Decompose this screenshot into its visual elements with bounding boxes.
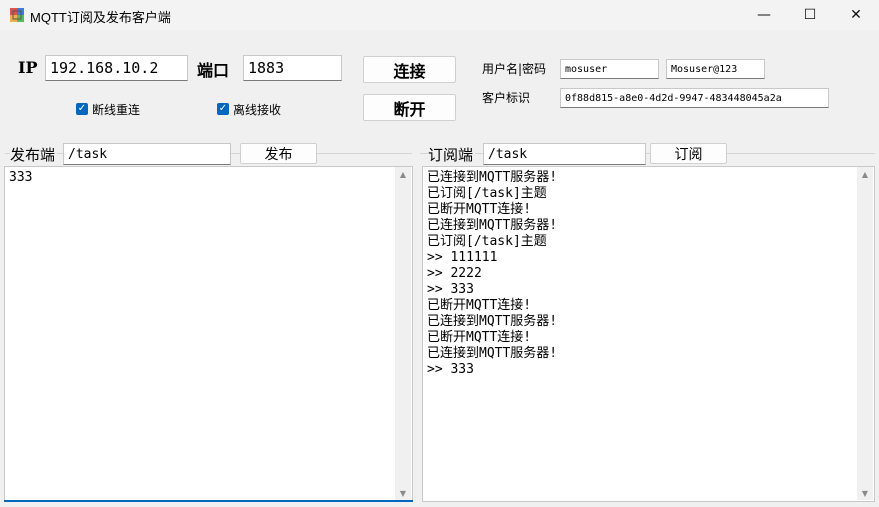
- client-id-input[interactable]: 0f88d815-a8e0-4d2d-9947-483448045a2a: [560, 88, 829, 108]
- close-button[interactable]: ✕: [833, 0, 879, 30]
- publish-message-content: 333: [9, 170, 392, 186]
- minimize-button[interactable]: —: [741, 0, 787, 30]
- app-icon: [10, 8, 24, 22]
- subscriber-label: 订阅端: [428, 144, 476, 165]
- password-input[interactable]: Mosuser@123: [666, 59, 765, 79]
- window-title: MQTT订阅及发布客户端: [30, 10, 171, 25]
- scroll-down-icon[interactable]: ▼: [395, 486, 411, 500]
- publish-button[interactable]: 发布: [240, 143, 317, 164]
- offline-receive-checkbox[interactable]: ✓: [217, 103, 229, 115]
- log-line: >> 111111: [427, 250, 498, 265]
- maximize-icon: ☐: [803, 7, 817, 23]
- publish-scrollbar[interactable]: ▲ ▼: [395, 167, 411, 500]
- log-line: 已订阅[/task]主题: [427, 234, 547, 249]
- connect-button[interactable]: 连接: [363, 56, 456, 83]
- ip-input[interactable]: 192.168.10.2: [45, 55, 188, 81]
- port-label: 端口: [197, 61, 230, 80]
- maximize-button[interactable]: ☐: [787, 0, 833, 30]
- subscribe-log-textarea[interactable]: 已连接到MQTT服务器! 已订阅[/task]主题 已断开MQTT连接! 已连接到MQ…: [422, 166, 875, 502]
- subscribe-button[interactable]: 订阅: [650, 143, 727, 164]
- log-line: >> 333: [427, 362, 474, 377]
- log-line: 已连接到MQTT服务器!: [427, 170, 558, 185]
- scroll-up-icon[interactable]: ▲: [857, 167, 873, 181]
- subscribe-scrollbar[interactable]: ▲ ▼: [857, 167, 873, 500]
- port-input[interactable]: 1883: [243, 55, 342, 81]
- publish-topic-input[interactable]: /task: [63, 143, 231, 165]
- subscribe-log-content: 已连接到MQTT服务器! 已订阅[/task]主题 已断开MQTT连接! 已连接到MQ…: [427, 170, 854, 378]
- log-line: >> 2222: [427, 266, 482, 281]
- log-line: 已连接到MQTT服务器!: [427, 346, 558, 361]
- message-line: 333: [9, 170, 33, 185]
- credentials-label: 用户名|密码: [482, 62, 547, 76]
- offline-receive-label: 离线接收: [233, 103, 282, 117]
- auto-reconnect-label: 断线重连: [92, 103, 141, 117]
- close-icon: ✕: [850, 7, 862, 23]
- log-line: >> 333: [427, 282, 474, 297]
- log-line: 已断开MQTT连接!: [427, 298, 532, 313]
- log-line: 已订阅[/task]主题: [427, 186, 547, 201]
- focus-underline: [4, 500, 413, 502]
- log-line: 已断开MQTT连接!: [427, 330, 532, 345]
- publisher-label: 发布端: [10, 144, 58, 165]
- checkmark-icon: ✓: [77, 103, 87, 114]
- minimize-icon: —: [757, 7, 771, 23]
- scroll-up-icon[interactable]: ▲: [395, 167, 411, 181]
- log-line: 已连接到MQTT服务器!: [427, 218, 558, 233]
- username-input[interactable]: mosuser: [560, 59, 659, 79]
- title-bar[interactable]: MQTT订阅及发布客户端 — ☐ ✕: [0, 0, 879, 30]
- client-id-label: 客户标识: [482, 91, 531, 105]
- log-line: 已连接到MQTT服务器!: [427, 314, 558, 329]
- auto-reconnect-checkbox[interactable]: ✓: [76, 103, 88, 115]
- scroll-down-icon[interactable]: ▼: [857, 486, 873, 500]
- subscribe-topic-input[interactable]: /task: [483, 143, 646, 165]
- ip-label: IP: [18, 58, 38, 77]
- log-line: 已断开MQTT连接!: [427, 202, 532, 217]
- checkmark-icon: ✓: [218, 103, 228, 114]
- publish-message-textarea[interactable]: 333: [4, 166, 413, 502]
- disconnect-button[interactable]: 断开: [363, 94, 456, 121]
